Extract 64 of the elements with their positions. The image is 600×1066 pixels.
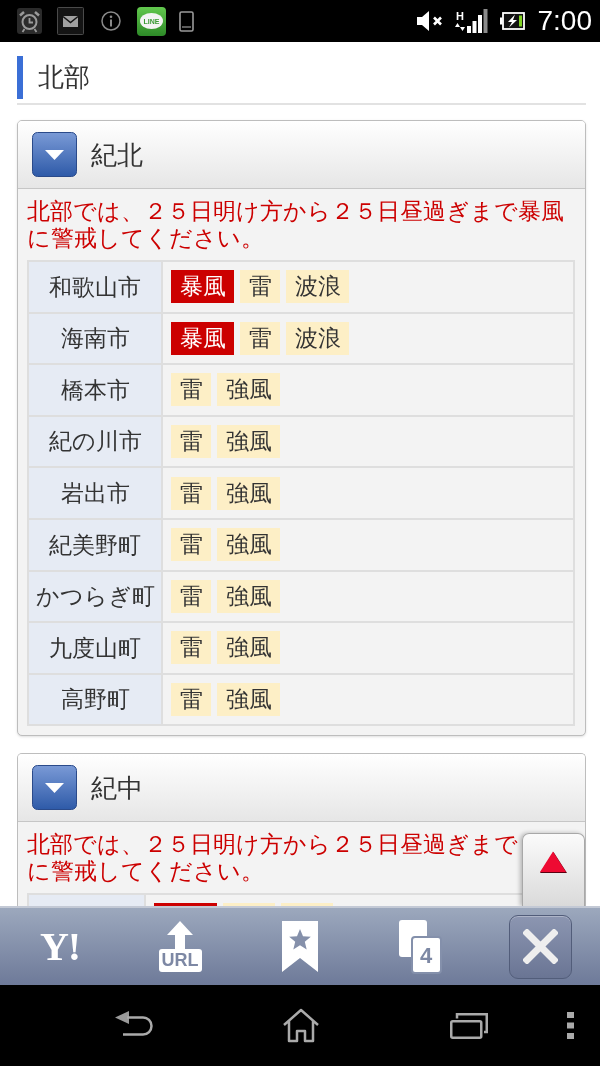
area-cell: かつらぎ町 <box>29 571 163 622</box>
advisory-tag: 強風 <box>217 631 280 665</box>
warning-message: 北部では、２５日明け方から２５日昼過ぎまで に警戒してください。 <box>27 831 518 886</box>
advisory-tag: 雷 <box>171 476 211 510</box>
advisory-tag: 強風 <box>217 683 280 717</box>
advisory-tag: 波浪 <box>286 270 349 304</box>
advisory-tag: 雷 <box>240 270 280 304</box>
advisory-tag: 波浪 <box>286 321 349 355</box>
advisory-tag: 雷 <box>171 528 211 562</box>
warning-message: 北部では、２５日明け方から２５日昼過ぎまで暴風 に警戒してください。 <box>27 198 564 252</box>
advisory-tag: 強風 <box>217 476 280 510</box>
advisory-tag <box>223 903 275 906</box>
scroll-top-button[interactable] <box>522 833 585 906</box>
advisory-tag: 雷 <box>171 683 211 717</box>
card-title: 紀中 <box>91 774 143 801</box>
advisory-tag: 雷 <box>171 373 211 407</box>
advisory-tag <box>281 903 333 906</box>
area-cell: 和歌山市 <box>29 262 163 312</box>
area-cell: 高野町 <box>29 674 163 725</box>
advisory-tag: 雷 <box>171 425 211 459</box>
caret-down-icon[interactable] <box>32 132 77 177</box>
battery-charging-icon <box>499 12 525 30</box>
area-cell: 紀美野町 <box>29 519 163 570</box>
warning-tag <box>154 903 217 906</box>
mute-icon <box>416 10 444 32</box>
up-triangle-icon <box>539 851 568 874</box>
card-title: 紀北 <box>91 141 143 168</box>
menu-icon <box>566 1012 574 1039</box>
url-button[interactable]: URL <box>158 921 202 972</box>
accent-bar <box>17 56 23 99</box>
bookmark-button[interactable] <box>282 921 318 972</box>
card-header[interactable]: 紀北 <box>18 121 585 189</box>
advisory-tag: 雷 <box>171 579 211 613</box>
info-icon <box>101 11 121 31</box>
clock-time: 7:00 <box>537 7 592 35</box>
home-icon <box>282 1008 320 1043</box>
signal-icon <box>466 9 488 33</box>
warning-tag: 暴風 <box>171 321 234 355</box>
network-type-label: H <box>456 11 464 22</box>
area-cell: 紀の川市 <box>29 416 163 467</box>
advisory-tag: 雷 <box>240 321 280 355</box>
advisory-tag: 雷 <box>171 631 211 665</box>
advisory-tag: 強風 <box>217 528 280 562</box>
area-cell: 岩出市 <box>29 468 163 518</box>
caret-down-icon[interactable] <box>32 765 77 811</box>
close-icon <box>522 929 558 964</box>
close-button[interactable] <box>508 914 572 979</box>
area-cell: 橋本市 <box>29 365 163 415</box>
area-cell: 九度山町 <box>29 623 163 673</box>
up-arrow-icon <box>167 921 193 949</box>
area-cell: 海南市 <box>29 313 163 364</box>
mail-icon <box>57 7 84 35</box>
advisory-tag: 強風 <box>217 425 280 459</box>
section-title: 北部 <box>38 61 90 94</box>
logo-button[interactable]: Y! <box>37 926 83 967</box>
advisory-tag: 強風 <box>217 579 280 613</box>
alarm-clock-icon <box>17 8 42 34</box>
recent-apps-icon <box>450 1012 488 1039</box>
data-arrows-icon <box>455 23 465 31</box>
card-header[interactable]: 紀中 <box>18 754 585 823</box>
phone-icon <box>179 10 194 32</box>
bookmark-star-icon <box>282 921 318 972</box>
warning-tag: 暴風 <box>171 270 234 304</box>
advisory-tag: 強風 <box>217 373 280 407</box>
